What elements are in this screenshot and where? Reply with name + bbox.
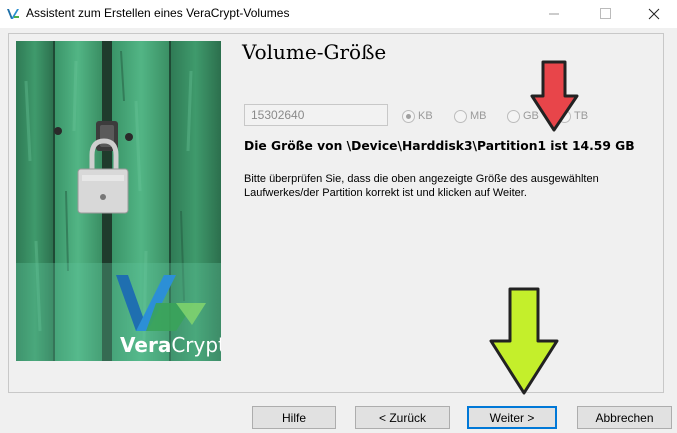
next-button[interactable]: Weiter >: [467, 406, 557, 429]
maximize-icon: [600, 8, 611, 19]
brand-prefix: Vera: [120, 333, 171, 357]
svg-text:VeraCrypt: VeraCrypt: [120, 333, 221, 357]
veracrypt-logo-icon: [7, 9, 19, 19]
close-button[interactable]: [631, 0, 677, 28]
close-icon: [648, 8, 660, 20]
window-title: Assistent zum Erstellen eines VeraCrypt-…: [26, 6, 290, 20]
radio-dot: [507, 109, 520, 123]
minimize-button[interactable]: [531, 0, 577, 28]
radio-dot: [454, 109, 467, 123]
brand-suffix: Crypt: [171, 333, 221, 357]
unit-label: MB: [470, 110, 487, 122]
unit-radio-kb[interactable]: KB: [402, 108, 433, 124]
wizard-side-image: VeraCrypt: [16, 41, 221, 361]
back-button[interactable]: < Zurück: [355, 406, 450, 429]
title-bar: Assistent zum Erstellen eines VeraCrypt-…: [0, 0, 677, 28]
padlock-door-image: VeraCrypt: [16, 41, 221, 361]
green-arrow-shape: [489, 287, 559, 395]
red-down-arrow-icon: [530, 60, 579, 132]
maximize-button[interactable]: [582, 0, 628, 28]
unit-radio-mb[interactable]: MB: [454, 108, 487, 124]
page-title: Volume-Größe: [242, 40, 387, 64]
minimize-icon: [549, 13, 559, 15]
green-down-arrow-icon: [489, 287, 559, 395]
red-arrow-shape: [530, 60, 579, 132]
size-hint-text: Bitte überprüfen Sie, dass die oben ange…: [244, 173, 599, 199]
help-button[interactable]: Hilfe: [252, 406, 336, 429]
volume-size-input[interactable]: 15302640: [244, 104, 388, 126]
partition-size-text: Die Größe von \Device\Harddisk3\Partitio…: [244, 139, 635, 153]
radio-dot: [402, 109, 415, 123]
cancel-button[interactable]: Abbrechen: [577, 406, 672, 429]
unit-label: KB: [418, 110, 433, 122]
